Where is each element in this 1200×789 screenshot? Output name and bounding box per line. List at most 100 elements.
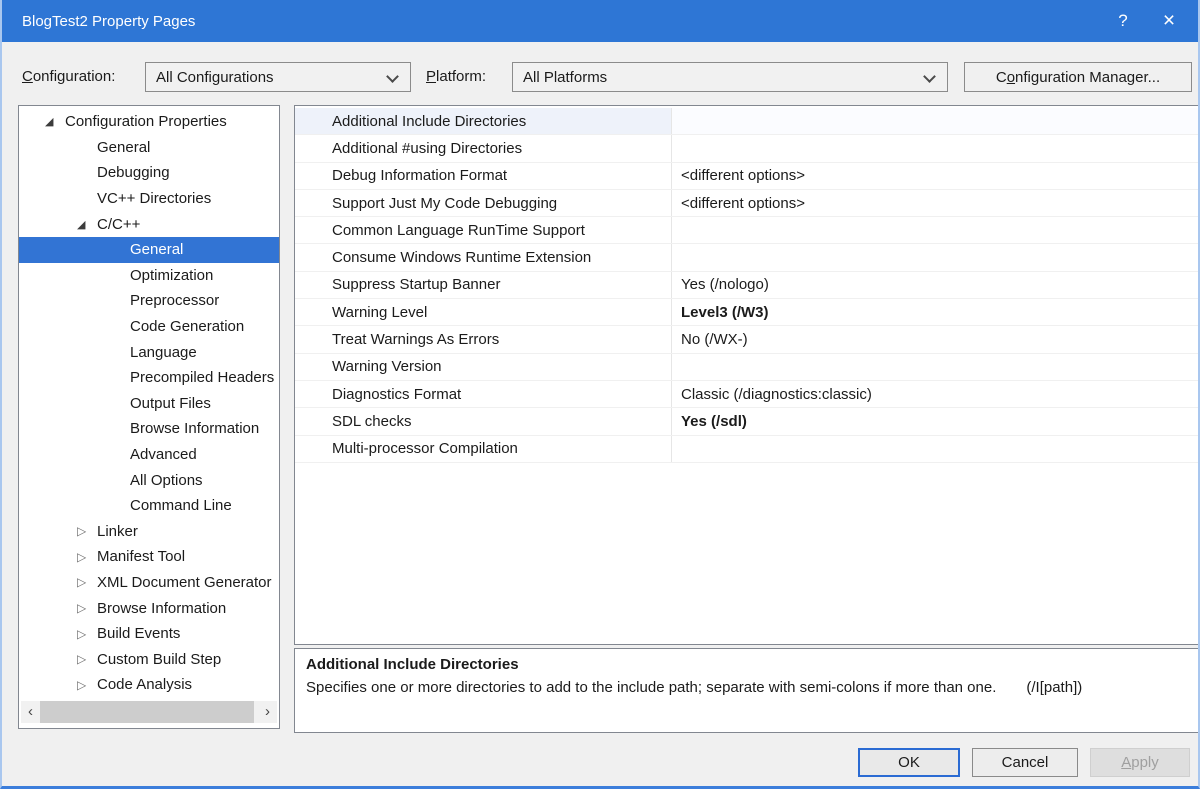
tree-item-vc-directories[interactable]: VC++ Directories bbox=[19, 186, 279, 212]
configuration-dropdown[interactable]: All Configurations bbox=[145, 62, 411, 92]
property-name[interactable]: Additional Include Directories bbox=[295, 108, 672, 134]
property-value[interactable]: No (/WX-) bbox=[672, 326, 1198, 352]
tree-item-linker[interactable]: ▷Linker bbox=[19, 519, 279, 545]
scroll-right-icon[interactable]: › bbox=[258, 701, 277, 723]
scrollbar-thumb[interactable] bbox=[40, 701, 254, 723]
property-name[interactable]: Diagnostics Format bbox=[295, 381, 672, 407]
tree-horizontal-scrollbar[interactable]: ‹ › bbox=[21, 701, 277, 723]
tree-item-label: Configuration Properties bbox=[65, 113, 227, 130]
property-row[interactable]: Additional Include Directories bbox=[295, 108, 1198, 135]
compiler-switch: (/I[path]) bbox=[1026, 679, 1082, 696]
configuration-manager-button[interactable]: Configuration Manager... bbox=[964, 62, 1192, 92]
close-icon[interactable]: × bbox=[1146, 0, 1192, 42]
property-name[interactable]: Warning Version bbox=[295, 354, 672, 380]
cancel-button[interactable]: Cancel bbox=[972, 748, 1078, 777]
property-value[interactable]: Yes (/nologo) bbox=[672, 272, 1198, 298]
property-value[interactable] bbox=[672, 244, 1198, 270]
property-name[interactable]: SDL checks bbox=[295, 408, 672, 434]
tree-item-optimization[interactable]: Optimization bbox=[19, 263, 279, 289]
tree-item-label: General bbox=[97, 139, 150, 156]
tree-item-all-options[interactable]: All Options bbox=[19, 467, 279, 493]
window-title: BlogTest2 Property Pages bbox=[22, 13, 195, 30]
tree-item-configuration-properties[interactable]: ◢Configuration Properties bbox=[19, 109, 279, 135]
tree-item-c-c-[interactable]: ◢C/C++ bbox=[19, 211, 279, 237]
platform-dropdown[interactable]: All Platforms bbox=[512, 62, 948, 92]
property-value[interactable]: Level3 (/W3) bbox=[672, 299, 1198, 325]
property-name[interactable]: Debug Information Format bbox=[295, 163, 672, 189]
tree-item-code-generation[interactable]: Code Generation bbox=[19, 314, 279, 340]
property-row[interactable]: Diagnostics FormatClassic (/diagnostics:… bbox=[295, 381, 1198, 408]
tree-item-advanced[interactable]: Advanced bbox=[19, 442, 279, 468]
property-name[interactable]: Support Just My Code Debugging bbox=[295, 190, 672, 216]
tree-item-precompiled-headers[interactable]: Precompiled Headers bbox=[19, 365, 279, 391]
property-name[interactable]: Warning Level bbox=[295, 299, 672, 325]
configuration-tree-panel: ◢Configuration PropertiesGeneralDebuggin… bbox=[18, 105, 280, 729]
property-row[interactable]: Debug Information Format<different optio… bbox=[295, 163, 1198, 190]
tree-collapsed-icon[interactable]: ▷ bbox=[77, 550, 97, 564]
property-name[interactable]: Additional #using Directories bbox=[295, 135, 672, 161]
tree-collapsed-icon[interactable]: ▷ bbox=[77, 627, 97, 641]
apply-button[interactable]: Apply bbox=[1090, 748, 1190, 777]
tree-item-general[interactable]: General bbox=[19, 237, 279, 263]
property-value[interactable] bbox=[672, 354, 1198, 380]
tree-item-browse-information[interactable]: Browse Information bbox=[19, 416, 279, 442]
tree-item-preprocessor[interactable]: Preprocessor bbox=[19, 288, 279, 314]
property-value[interactable]: Yes (/sdl) bbox=[672, 408, 1198, 434]
help-icon[interactable]: ? bbox=[1100, 0, 1146, 42]
property-value[interactable]: <different options> bbox=[672, 190, 1198, 216]
tree-item-browse-information[interactable]: ▷Browse Information bbox=[19, 595, 279, 621]
tree-collapsed-icon[interactable]: ▷ bbox=[77, 652, 97, 666]
property-row[interactable]: Warning LevelLevel3 (/W3) bbox=[295, 299, 1198, 326]
property-row[interactable]: Suppress Startup BannerYes (/nologo) bbox=[295, 272, 1198, 299]
tree-item-label: Command Line bbox=[130, 497, 232, 514]
property-name[interactable]: Suppress Startup Banner bbox=[295, 272, 672, 298]
tree-item-general[interactable]: General bbox=[19, 135, 279, 161]
tree-expanded-icon[interactable]: ◢ bbox=[77, 218, 97, 231]
property-value[interactable]: Classic (/diagnostics:classic) bbox=[672, 381, 1198, 407]
tree-collapsed-icon[interactable]: ▷ bbox=[77, 575, 97, 589]
ok-button[interactable]: OK bbox=[858, 748, 960, 777]
configuration-label: Configuration: bbox=[22, 62, 115, 92]
tree-collapsed-icon[interactable]: ▷ bbox=[77, 601, 97, 615]
property-grid: Additional Include DirectoriesAdditional… bbox=[295, 106, 1198, 463]
property-row[interactable]: Multi-processor Compilation bbox=[295, 436, 1198, 463]
tree-item-manifest-tool[interactable]: ▷Manifest Tool bbox=[19, 544, 279, 570]
property-row[interactable]: Treat Warnings As ErrorsNo (/WX-) bbox=[295, 326, 1198, 353]
tree-item-code-analysis[interactable]: ▷Code Analysis bbox=[19, 672, 279, 698]
tree-item-label: Code Generation bbox=[130, 318, 244, 335]
property-row[interactable]: Consume Windows Runtime Extension bbox=[295, 244, 1198, 271]
property-name[interactable]: Common Language RunTime Support bbox=[295, 217, 672, 243]
tree-item-label: Custom Build Step bbox=[97, 651, 221, 668]
property-name[interactable]: Consume Windows Runtime Extension bbox=[295, 244, 672, 270]
tree-item-debugging[interactable]: Debugging bbox=[19, 160, 279, 186]
tree-item-label: Optimization bbox=[130, 267, 213, 284]
tree-item-output-files[interactable]: Output Files bbox=[19, 391, 279, 417]
property-row[interactable]: Common Language RunTime Support bbox=[295, 217, 1198, 244]
tree-item-command-line[interactable]: Command Line bbox=[19, 493, 279, 519]
tree-item-language[interactable]: Language bbox=[19, 339, 279, 365]
property-value[interactable] bbox=[672, 108, 1198, 134]
tree-collapsed-icon[interactable]: ▷ bbox=[77, 678, 97, 692]
property-name[interactable]: Treat Warnings As Errors bbox=[295, 326, 672, 352]
property-row[interactable]: Support Just My Code Debugging<different… bbox=[295, 190, 1198, 217]
property-row[interactable]: Additional #using Directories bbox=[295, 135, 1198, 162]
tree-item-label: C/C++ bbox=[97, 216, 140, 233]
property-row[interactable]: SDL checksYes (/sdl) bbox=[295, 408, 1198, 435]
tree-item-label: Browse Information bbox=[130, 420, 259, 437]
tree-collapsed-icon[interactable]: ▷ bbox=[77, 524, 97, 538]
tree-item-label: Debugging bbox=[97, 164, 170, 181]
property-value[interactable] bbox=[672, 217, 1198, 243]
property-value[interactable] bbox=[672, 436, 1198, 462]
property-row[interactable]: Warning Version bbox=[295, 354, 1198, 381]
scroll-left-icon[interactable]: ‹ bbox=[21, 701, 40, 723]
property-name[interactable]: Multi-processor Compilation bbox=[295, 436, 672, 462]
tree-expanded-icon[interactable]: ◢ bbox=[45, 115, 65, 128]
tree-item-build-events[interactable]: ▷Build Events bbox=[19, 621, 279, 647]
titlebar: BlogTest2 Property Pages ? × bbox=[0, 0, 1200, 42]
property-value[interactable] bbox=[672, 135, 1198, 161]
tree-item-label: Linker bbox=[97, 523, 138, 540]
property-grid-panel: Additional Include DirectoriesAdditional… bbox=[294, 105, 1199, 645]
tree-item-custom-build-step[interactable]: ▷Custom Build Step bbox=[19, 646, 279, 672]
property-value[interactable]: <different options> bbox=[672, 163, 1198, 189]
tree-item-xml-document-generator[interactable]: ▷XML Document Generator bbox=[19, 570, 279, 596]
